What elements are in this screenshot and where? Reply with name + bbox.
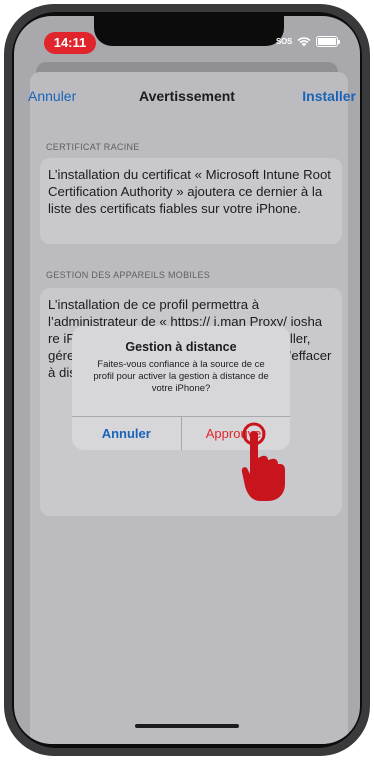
- notch: [94, 16, 284, 46]
- section-header-mdm: GESTION DES APPAREILS MOBILES: [46, 270, 211, 280]
- pointing-hand-icon: [241, 422, 285, 501]
- wifi-icon: [297, 37, 311, 47]
- screen: 14:11 SOS Annuler Avertissement Installe…: [14, 16, 360, 744]
- status-icons: SOS: [276, 36, 340, 47]
- home-indicator[interactable]: [135, 724, 239, 728]
- status-time: 14:11: [44, 32, 96, 54]
- alert-cancel-button[interactable]: Annuler: [72, 417, 182, 450]
- nav-install-button[interactable]: Installer: [302, 88, 356, 104]
- root-cert-text: L’installation du certificat « Microsoft…: [48, 167, 331, 216]
- root-cert-card: L’installation du certificat « Microsoft…: [40, 158, 342, 244]
- battery-icon: [316, 36, 340, 47]
- nav-bar: Annuler Avertissement Installer: [14, 80, 360, 112]
- alert-title: Gestion à distance: [125, 340, 237, 354]
- sos-indicator: SOS: [276, 37, 292, 46]
- alert-message: Faites-vous confiance à la source de ce …: [93, 359, 269, 394]
- section-header-root-cert: CERTIFICAT RACINE: [46, 142, 140, 152]
